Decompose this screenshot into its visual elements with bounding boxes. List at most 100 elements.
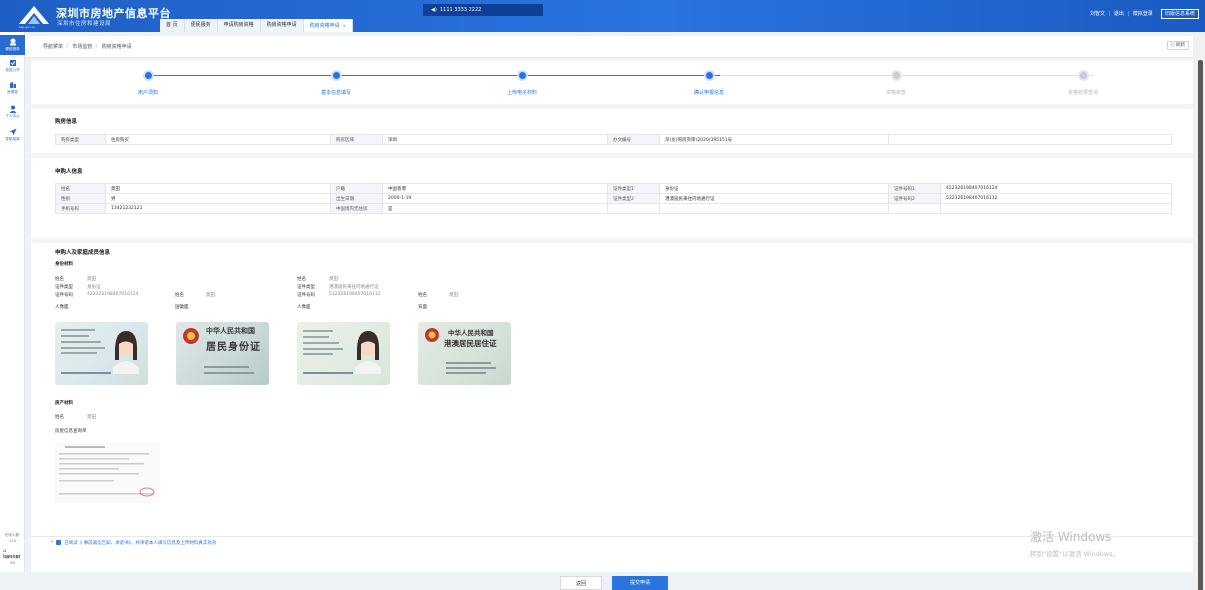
footer-divider xyxy=(31,536,1193,537)
scrollbar[interactable] xyxy=(1196,36,1205,590)
step-dot xyxy=(142,70,154,81)
progress-steps: 用户须知 基本信息填写 上传电子材料 确认申报信息 资格审查 资格结果查询 xyxy=(31,60,1193,102)
agreement-text: 已阅读《 事前诚信告知、承诺书》，并承诺本人填写信息及上传材料真实有效 xyxy=(64,541,217,546)
close-icon[interactable]: ✕ xyxy=(343,23,346,28)
person1-name-label: 姓名 xyxy=(55,277,64,282)
top-tabs: 首 页 便民服务 申请购房资格 购房资格申请 购房资格申请 ✕ xyxy=(160,19,354,32)
sidebar-item-housing[interactable]: 房源查 xyxy=(0,81,25,99)
card-emblem-title: 中华人民共和国 xyxy=(448,329,494,337)
submit-button[interactable]: 提交申请 xyxy=(612,576,668,590)
section-divider xyxy=(31,238,1193,243)
section-divider xyxy=(31,104,1193,109)
speaker-icon: ◀) xyxy=(431,7,437,13)
person2-name2: 莫田 xyxy=(449,293,458,298)
card-emblem-title: 中华人民共和国 xyxy=(206,327,255,335)
table-row: 购房类型 住房购买 购房区域 深圳 办文编号 深(龙)购房资审(2020)395151… xyxy=(55,134,1172,145)
identity-section-title: 身份材料 xyxy=(55,262,73,267)
property-doc-label: 房屋信息查询单 xyxy=(55,429,87,434)
person1-front-label: 人像面 xyxy=(55,305,69,310)
person2-name-label: 姓名 xyxy=(297,277,306,282)
service-icon xyxy=(9,38,16,46)
permit-back-image[interactable]: 中华人民共和国 港澳居民居住证 xyxy=(418,322,511,385)
info-icon xyxy=(9,60,16,66)
breadcrumb-item: 购房资格申请 xyxy=(101,44,132,50)
person2-no: 532326198407016112 xyxy=(329,292,381,297)
house-icon xyxy=(9,82,16,88)
breadcrumb-item[interactable]: 导航菜单 xyxy=(43,44,63,50)
person2-back-label: 背面 xyxy=(418,305,427,310)
main-panel: 用户须知 基本信息填写 上传电子材料 确认申报信息 资格审查 资格结果查询 购房… xyxy=(31,60,1193,572)
tab-home[interactable]: 首 页 xyxy=(160,19,185,32)
property-name-label: 姓名 xyxy=(55,415,64,420)
notice-bar: ◀) 1111 3333 2222 xyxy=(423,4,543,16)
person1-name: 莫田 xyxy=(87,277,96,282)
person1-type-label: 证件类型 xyxy=(55,285,73,290)
step-1: 用户须知 xyxy=(88,70,208,96)
step-3: 上传电子材料 xyxy=(462,70,582,96)
refresh-icon: ○ xyxy=(1170,43,1175,48)
step-dot xyxy=(890,70,902,81)
windows-watermark-title: 激活 Windows xyxy=(1030,530,1112,544)
breadcrumb: 导航菜单 / 市场监管 / 购房资格申请 xyxy=(43,44,132,50)
tab-qualification-application-active[interactable]: 购房资格申请 ✕ xyxy=(303,19,354,32)
checkbox-checked-icon[interactable] xyxy=(56,540,62,545)
document-icon xyxy=(59,446,155,497)
property-document-image[interactable] xyxy=(55,443,160,503)
permit-photo-icon xyxy=(303,330,381,374)
logo-text: szjs.gov.cn xyxy=(19,25,36,29)
section-divider xyxy=(31,153,1193,158)
person1-no-label: 证件号码 xyxy=(55,293,73,298)
person1-type: 身份证 xyxy=(87,285,101,290)
step-dot xyxy=(703,70,715,81)
step-line-done xyxy=(148,75,720,76)
step-6: 资格结果查询 xyxy=(1023,70,1143,96)
table-row: 手机号码 13421232121 中国境内无住房是 xyxy=(55,203,1172,214)
property-name: 莫田 xyxy=(87,415,96,420)
step-5: 资格审查 xyxy=(836,70,956,96)
permit-front-image[interactable] xyxy=(297,322,390,385)
tab-apply-qualification[interactable]: 申请购房资格 xyxy=(217,19,261,32)
simulate-login-link[interactable]: 模拟登录 xyxy=(1133,11,1153,17)
agreement-checkbox[interactable]: * 已阅读《 事前诚信告知、承诺书》，并承诺本人填写信息及上传材料真实有效 xyxy=(51,540,216,546)
id-card-back-image[interactable]: 中华人民共和国 居民身份证 xyxy=(176,322,269,385)
old-system-button[interactable]: 旧版信息系统 xyxy=(1161,9,1200,19)
family-info-title: 申购人及家庭成员信息 xyxy=(55,250,111,256)
id-card-front-image[interactable] xyxy=(55,322,148,385)
sidebar-item-services[interactable]: 便民服务 xyxy=(0,35,25,55)
sidebar-item-navigation[interactable]: 导航菜单 xyxy=(0,128,25,146)
top-header: szjs.gov.cn 深圳市房地产信息平台 深圳市住房和建设局 首 页 便民服… xyxy=(0,0,1205,32)
step-4: 确认申报信息 xyxy=(649,70,769,96)
user-icon xyxy=(9,105,16,113)
table-row: 姓名 莫田 户籍 中国香港 证件类型1 身份证 证件号码1 42232619840701… xyxy=(55,183,1172,194)
person1-back-label: 国徽面 xyxy=(175,305,189,310)
left-sidebar: 便民服务 信息公开 房源查 个人中心 导航菜单 在线人数: 124 访问人数: 58 xyxy=(0,32,25,590)
applicant-info-table: 姓名 莫田 户籍 中国香港 证件类型1 身份证 证件号码1 42232619840701… xyxy=(55,183,1172,214)
user-name: 刘智文 xyxy=(1090,11,1106,17)
card-emblem-name: 港澳居民居住证 xyxy=(444,339,497,348)
scrollbar-thumb[interactable] xyxy=(1198,60,1203,590)
person2-no-label: 证件号码 xyxy=(297,293,315,298)
tab-qualification-application[interactable]: 购房资格申请 xyxy=(260,19,304,32)
id-card-photo-icon xyxy=(61,329,139,374)
person1-no: 422326198407016124 xyxy=(87,292,139,297)
person2-front-label: 人像面 xyxy=(297,305,311,310)
step-dot xyxy=(1077,70,1089,81)
action-bar xyxy=(0,572,1205,590)
windows-watermark-subtitle: 转到"设置"以激活 Windows。 xyxy=(1030,550,1120,558)
refresh-button[interactable]: ○ 刷新 xyxy=(1166,41,1189,50)
step-dot xyxy=(330,70,342,81)
applicant-info-title: 申购人信息 xyxy=(55,169,83,175)
notice-text: 1111 3333 2222 xyxy=(439,7,482,13)
sidebar-item-personal[interactable]: 个人中心 xyxy=(0,105,25,123)
person2-name2-label: 姓名 xyxy=(418,293,427,298)
person2-name: 莫田 xyxy=(329,277,338,282)
online-count: 在线人数: 124 xyxy=(4,533,21,543)
tab-services[interactable]: 便民服务 xyxy=(184,19,218,32)
person2-type-label: 证件类型 xyxy=(297,285,315,290)
sidebar-item-info[interactable]: 信息公开 xyxy=(0,59,25,77)
person2-type: 港澳居民来往内地通行证 xyxy=(329,285,379,290)
breadcrumb-item[interactable]: 市场监管 xyxy=(72,44,92,50)
person1-name2-label: 姓名 xyxy=(175,293,184,298)
back-button[interactable]: 返回 xyxy=(560,576,602,590)
logout-link[interactable]: 退出 xyxy=(1114,11,1124,17)
